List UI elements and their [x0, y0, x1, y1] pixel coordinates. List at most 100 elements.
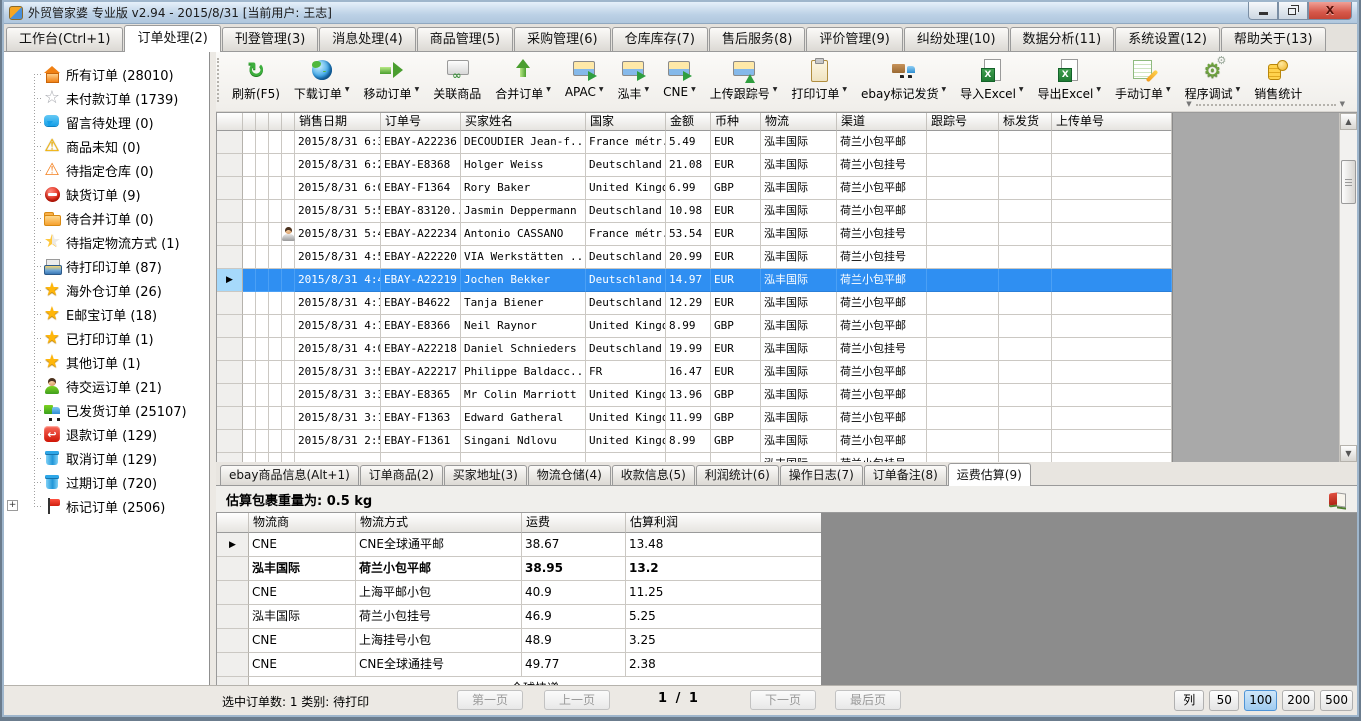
scroll-down-button[interactable]: ▼ — [1340, 445, 1357, 462]
col-header-channel[interactable]: 渠道 — [837, 113, 927, 131]
detail-tab-ebay-product-info[interactable]: ebay商品信息(Alt+1) — [220, 465, 359, 485]
menu-tab-system-settings[interactable]: 系统设置(12) — [1115, 27, 1220, 51]
dropdown-arrow-icon[interactable]: ▼ — [345, 86, 350, 93]
sidebar-item-to-ship[interactable]: 待交运订单 (21) — [4, 374, 209, 398]
freight-col-header-method[interactable]: 物流方式 — [356, 513, 522, 533]
toolbar-button-hongfeng[interactable]: 泓丰▼ — [611, 56, 657, 108]
menu-tab-help-about[interactable]: 帮助关于(13) — [1221, 27, 1326, 51]
dropdown-arrow-icon[interactable]: ▼ — [941, 86, 946, 93]
order-row[interactable]: 泓丰国际荷兰小包挂号 — [217, 453, 1172, 462]
sidebar-item-overseas-warehouse[interactable]: 海外仓订单 (26) — [4, 278, 209, 302]
sidebar-item-warehouse-unassigned[interactable]: 待指定仓库 (0) — [4, 158, 209, 182]
first-page-button[interactable]: 第一页 — [457, 690, 523, 710]
book-icon[interactable] — [1327, 489, 1349, 509]
toolbar-button-download-orders[interactable]: 下载订单▼ — [287, 56, 357, 108]
sidebar-item-out-of-stock[interactable]: 缺货订单 (9) — [4, 182, 209, 206]
menu-tab-data-analysis[interactable]: 数据分析(11) — [1010, 27, 1115, 51]
sidebar-item-to-merge[interactable]: 待合并订单 (0) — [4, 206, 209, 230]
sidebar-item-to-print[interactable]: 待打印订单 (87) — [4, 254, 209, 278]
page-size-size-100-button[interactable]: 100 — [1244, 690, 1277, 711]
sidebar-item-message-pending[interactable]: 留言待处理 (0) — [4, 110, 209, 134]
toolbar-button-export-excel[interactable]: 导出Excel▼ — [1031, 56, 1108, 108]
sidebar-item-other-orders[interactable]: 其他订单 (1) — [4, 350, 209, 374]
freight-col-header-carrier[interactable]: 物流商 — [249, 513, 356, 533]
toolbar-button-ebay-mark-shipped[interactable]: ebay标记发货▼ — [854, 56, 953, 108]
col-header-buyer[interactable]: 买家姓名 — [461, 113, 586, 131]
order-row[interactable]: 2015/8/31 3:30EBAY-E8365Mr Colin Marriot… — [217, 384, 1172, 407]
col-header-logistics[interactable]: 物流 — [761, 113, 837, 131]
menu-tab-warehouse-inventory[interactable]: 仓库库存(7) — [612, 27, 708, 51]
page-size-size-500-button[interactable]: 500 — [1320, 690, 1353, 711]
toolbar-button-apac[interactable]: APAC▼ — [558, 56, 611, 108]
dropdown-arrow-icon[interactable]: ▼ — [773, 86, 778, 93]
sidebar-item-refund-orders[interactable]: 退款订单 (129) — [4, 422, 209, 446]
order-row[interactable]: 2015/8/31 4:16EBAY-B4622Tanja BienerDeut… — [217, 292, 1172, 315]
toolbar-button-link-products[interactable]: 关联商品 — [426, 56, 488, 108]
order-row[interactable]: 2015/8/31 5:47EBAY-A22234Antonio CASSANO… — [217, 223, 1172, 246]
menu-tab-workbench[interactable]: 工作台(Ctrl+1) — [6, 27, 123, 51]
menu-tab-order-processing[interactable]: 订单处理(2) — [124, 25, 220, 52]
dropdown-arrow-icon[interactable]: ▼ — [1166, 86, 1171, 93]
toolbar-button-import-excel[interactable]: 导入Excel▼ — [953, 56, 1030, 108]
freight-col-header-profit[interactable]: 估算利润 — [626, 513, 822, 533]
scrollbar-track[interactable] — [1340, 130, 1357, 445]
sidebar-item-logistics-unassigned[interactable]: 待指定物流方式 (1) — [4, 230, 209, 254]
sidebar-item-marked-orders[interactable]: +标记订单 (2506) — [4, 494, 209, 518]
order-row[interactable]: 2015/8/31 2:55EBAY-F1361Singani NdlovuUn… — [217, 430, 1172, 453]
menu-tab-dispute-processing[interactable]: 纠纷处理(10) — [904, 27, 1009, 51]
toolbar-button-upload-tracking[interactable]: 上传跟踪号▼ — [703, 56, 785, 108]
freight-col-header-fee[interactable]: 运费 — [522, 513, 626, 533]
col-header-currency[interactable]: 币种 — [711, 113, 761, 131]
toolbar-button-merge-orders[interactable]: 合并订单▼ — [488, 56, 558, 108]
detail-tab-logistics-warehouse[interactable]: 物流仓储(4) — [528, 465, 611, 485]
col-header-country[interactable]: 国家 — [586, 113, 666, 131]
sidebar-item-product-unknown[interactable]: 商品未知 (0) — [4, 134, 209, 158]
menu-tab-message-processing[interactable]: 消息处理(4) — [319, 27, 415, 51]
dropdown-arrow-icon[interactable]: ▼ — [1019, 86, 1024, 93]
detail-tab-order-notes[interactable]: 订单备注(8) — [864, 465, 947, 485]
sidebar-item-epacket[interactable]: E邮宝订单 (18) — [4, 302, 209, 326]
minimize-button[interactable] — [1248, 2, 1278, 20]
dropdown-arrow-icon[interactable]: ▼ — [415, 86, 420, 93]
col-header-date[interactable]: 销售日期 — [295, 113, 381, 131]
dropdown-arrow-icon[interactable]: ▼ — [645, 86, 650, 93]
toolbar-button-cne[interactable]: CNE▼ — [656, 56, 703, 108]
order-row[interactable]: 2015/8/31 5:59EBAY-83120...Jasmin Depper… — [217, 200, 1172, 223]
scroll-up-button[interactable]: ▲ — [1340, 113, 1357, 130]
close-button[interactable]: X — [1308, 2, 1352, 20]
freight-row[interactable]: ▶CNECNE全球通平邮38.6713.48 — [217, 533, 821, 557]
last-page-button[interactable]: 最后页 — [835, 690, 901, 710]
order-row[interactable]: ▶2015/8/31 4:46EBAY-A22219Jochen BekkerD… — [217, 269, 1172, 292]
col-header-upload[interactable]: 上传单号 — [1052, 113, 1172, 131]
freight-row[interactable]: CNE上海平邮小包40.911.25 — [217, 581, 821, 605]
order-row[interactable]: 2015/8/31 4:11EBAY-E8366Neil RaynorUnite… — [217, 315, 1172, 338]
sidebar-item-cancelled-orders[interactable]: 取消订单 (129) — [4, 446, 209, 470]
order-row[interactable]: 2015/8/31 4:53EBAY-A22220VIA Werkstätten… — [217, 246, 1172, 269]
freight-row[interactable]: CNECNE全球通挂号49.772.38 — [217, 653, 821, 677]
order-row[interactable]: 2015/8/31 3:53EBAY-A22217Philippe Baldac… — [217, 361, 1172, 384]
toolbar-drag-handle[interactable] — [217, 58, 221, 102]
orders-vertical-scrollbar[interactable]: ▲ ▼ — [1339, 113, 1357, 462]
order-row[interactable]: 2015/8/31 6:08EBAY-F1364Rory BakerUnited… — [217, 177, 1172, 200]
dropdown-arrow-icon[interactable]: ▼ — [599, 86, 604, 93]
toolbar-overflow-caret-icon[interactable]: ▼ — [1340, 100, 1345, 108]
expand-toggle-icon[interactable]: + — [7, 500, 18, 511]
page-size-columns-button[interactable]: 列 — [1174, 690, 1204, 711]
menu-tab-review-management[interactable]: 评价管理(9) — [806, 27, 902, 51]
sidebar-item-all-orders[interactable]: 所有订单 (28010) — [4, 62, 209, 86]
menu-tab-listing-management[interactable]: 刊登管理(3) — [222, 27, 318, 51]
dropdown-arrow-icon[interactable]: ▼ — [842, 86, 847, 93]
dropdown-arrow-icon[interactable]: ▼ — [546, 86, 551, 93]
col-header-tracking[interactable]: 跟踪号 — [927, 113, 999, 131]
dropdown-arrow-icon[interactable]: ▼ — [1096, 86, 1101, 93]
detail-tab-profit-stats[interactable]: 利润统计(6) — [696, 465, 779, 485]
col-header-order_no[interactable]: 订单号 — [381, 113, 461, 131]
maximize-button[interactable] — [1278, 2, 1308, 20]
toolbar-button-manual-order[interactable]: 手动订单▼ — [1108, 56, 1178, 108]
menu-tab-purchase-management[interactable]: 采购管理(6) — [514, 27, 610, 51]
dropdown-arrow-icon[interactable]: ▼ — [691, 86, 696, 93]
detail-tab-payment-info[interactable]: 收款信息(5) — [612, 465, 695, 485]
col-header-shipped[interactable]: 标发货 — [999, 113, 1052, 131]
next-page-button[interactable]: 下一页 — [750, 690, 816, 710]
toolbar-button-refresh[interactable]: 刷新(F5) — [225, 56, 287, 108]
